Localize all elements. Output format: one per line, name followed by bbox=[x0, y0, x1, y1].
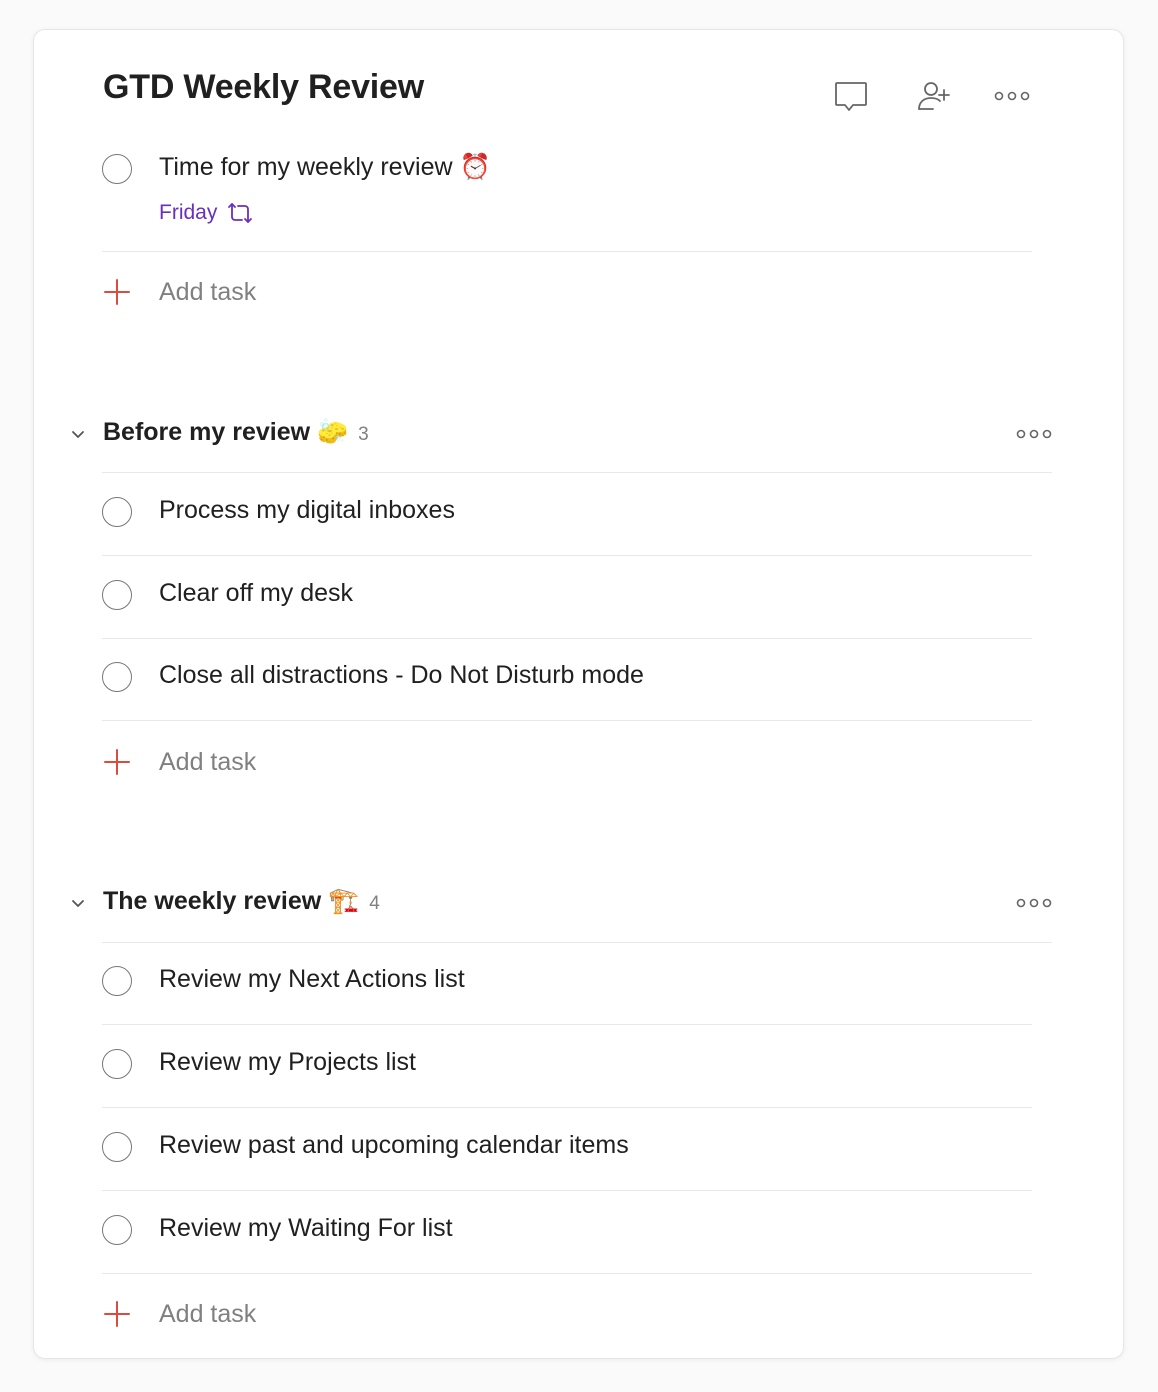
task-item: Clear off my desk bbox=[102, 579, 1032, 619]
divider bbox=[102, 942, 1052, 943]
section-name: Before my review 🧽 bbox=[103, 418, 349, 446]
section-title[interactable]: The weekly review 🏗️ 4 bbox=[103, 887, 380, 916]
task-item: Review my Projects list bbox=[102, 1048, 1032, 1088]
page-title: GTD Weekly Review bbox=[103, 68, 424, 106]
task-checkbox[interactable] bbox=[102, 497, 132, 527]
task-checkbox[interactable] bbox=[102, 1049, 132, 1079]
section-more-icon[interactable] bbox=[1014, 883, 1054, 923]
divider bbox=[102, 1107, 1032, 1108]
task-checkbox[interactable] bbox=[102, 580, 132, 610]
section-header: The weekly review 🏗️ 4 bbox=[64, 883, 1054, 923]
divider bbox=[102, 1024, 1032, 1025]
task-item: Review past and upcoming calendar items bbox=[102, 1131, 1032, 1171]
add-task-label: Add task bbox=[159, 747, 257, 776]
chevron-down-icon[interactable] bbox=[64, 420, 92, 448]
divider bbox=[102, 472, 1052, 473]
task-content[interactable]: Review my Projects list bbox=[159, 1048, 416, 1077]
plus-icon bbox=[102, 747, 132, 777]
recurring-icon bbox=[228, 203, 253, 223]
task-item: Review my Next Actions list bbox=[102, 965, 1032, 1005]
section-name: The weekly review 🏗️ bbox=[103, 887, 360, 915]
task-content[interactable]: Process my digital inboxes bbox=[159, 496, 455, 525]
task-item: Time for my weekly review ⏰ Friday bbox=[102, 153, 1032, 253]
task-checkbox[interactable] bbox=[102, 154, 132, 184]
add-task-button[interactable]: Add task bbox=[102, 747, 256, 777]
add-task-button[interactable]: Add task bbox=[102, 1299, 256, 1329]
plus-icon bbox=[102, 277, 132, 307]
task-checkbox[interactable] bbox=[102, 662, 132, 692]
divider bbox=[102, 638, 1032, 639]
section-title[interactable]: Before my review 🧽 3 bbox=[103, 418, 369, 447]
chevron-down-icon[interactable] bbox=[64, 889, 92, 917]
divider bbox=[102, 555, 1032, 556]
section-header: Before my review 🧽 3 bbox=[64, 414, 1054, 454]
section-more-icon[interactable] bbox=[1014, 414, 1054, 454]
due-date-label: Friday bbox=[159, 201, 218, 224]
add-task-label: Add task bbox=[159, 277, 257, 306]
task-item: Close all distractions - Do Not Disturb … bbox=[102, 661, 1032, 701]
task-content[interactable]: Review past and upcoming calendar items bbox=[159, 1131, 629, 1160]
task-count: 3 bbox=[358, 423, 369, 445]
more-icon[interactable] bbox=[992, 76, 1032, 116]
task-content[interactable]: Time for my weekly review ⏰ bbox=[159, 153, 491, 182]
divider bbox=[102, 251, 1032, 252]
divider bbox=[102, 720, 1032, 721]
plus-icon bbox=[102, 1299, 132, 1329]
divider bbox=[102, 1273, 1032, 1274]
task-item: Process my digital inboxes bbox=[102, 496, 1032, 536]
task-content[interactable]: Review my Next Actions list bbox=[159, 965, 465, 994]
task-checkbox[interactable] bbox=[102, 966, 132, 996]
task-item: Review my Waiting For list bbox=[102, 1214, 1032, 1254]
task-count: 4 bbox=[369, 892, 380, 914]
due-date[interactable]: Friday bbox=[159, 201, 253, 225]
task-content[interactable]: Review my Waiting For list bbox=[159, 1214, 453, 1243]
project-card: GTD Weekly Review Time for my weekly rev… bbox=[33, 29, 1124, 1359]
task-checkbox[interactable] bbox=[102, 1132, 132, 1162]
comment-icon[interactable] bbox=[831, 76, 871, 116]
add-task-label: Add task bbox=[159, 1299, 257, 1328]
add-person-icon[interactable] bbox=[914, 76, 954, 116]
add-task-button[interactable]: Add task bbox=[102, 277, 256, 307]
divider bbox=[102, 1190, 1032, 1191]
task-checkbox[interactable] bbox=[102, 1215, 132, 1245]
task-content[interactable]: Close all distractions - Do Not Disturb … bbox=[159, 661, 644, 690]
task-content[interactable]: Clear off my desk bbox=[159, 579, 353, 608]
